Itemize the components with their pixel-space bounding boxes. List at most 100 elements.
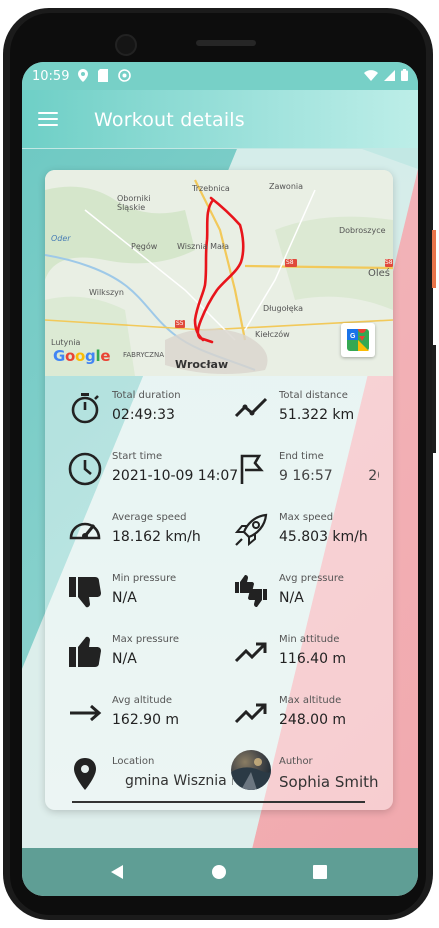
location-icon	[78, 69, 88, 82]
stat-value: N/A	[112, 590, 137, 606]
stat-location: Location gmina Wisznia M	[45, 748, 233, 800]
thumbs-up-down-icon	[235, 575, 267, 607]
stat-label: Min pressure	[112, 573, 177, 584]
trending-up-icon	[234, 642, 267, 663]
front-camera	[115, 34, 137, 56]
rocket-icon	[234, 513, 268, 547]
power-button	[432, 230, 436, 288]
map-label-wroclaw: Wrocław	[175, 358, 229, 371]
speedometer-icon	[69, 522, 101, 540]
route-map[interactable]: Trzebnica Zawonia Oborniki Śląskie Dobro…	[45, 170, 393, 376]
status-bar: 10:59	[22, 62, 418, 90]
signal-icon	[384, 69, 395, 81]
stat-min-altitude: Min attitude 116.40 m	[219, 626, 389, 678]
system-nav-bar	[22, 848, 418, 896]
map-label-oborniki: Oborniki Śląskie	[117, 194, 151, 212]
svg-text:G: G	[350, 333, 356, 340]
stat-value: 51.322 km	[279, 407, 355, 423]
google-maps-icon: G	[347, 329, 369, 351]
stat-value: 9 16:57 20:	[279, 468, 379, 484]
road-badge-s8-1: S8	[286, 259, 294, 266]
divider	[72, 801, 365, 803]
author-value: Sophia Smith	[279, 773, 379, 791]
road-badge-s5: S5	[176, 320, 184, 327]
google-logo: Google	[53, 347, 111, 365]
location-pin-icon	[74, 758, 96, 790]
stat-max-altitude: Max altitude 248.00 m	[219, 687, 389, 739]
hamburger-menu-icon[interactable]	[38, 112, 60, 128]
stat-label: End time	[279, 451, 324, 462]
avatar[interactable]	[231, 750, 271, 790]
home-icon[interactable]	[212, 865, 226, 879]
arrow-right-icon	[70, 704, 102, 722]
stat-label: Min attitude	[279, 634, 340, 645]
recents-icon[interactable]	[313, 865, 327, 879]
map-label-oles: Oleś	[368, 268, 391, 279]
clock-icon	[68, 452, 102, 486]
stat-max-speed: Max speed 45.803 km/h	[219, 504, 389, 556]
location-value: gmina Wisznia M	[125, 773, 233, 789]
map-label-pegow: Pęgów	[131, 242, 158, 251]
map-label-fabryczna: FABRYCZNA	[123, 351, 164, 359]
stopwatch-icon	[71, 393, 99, 424]
stat-value: 45.803 km/h	[279, 529, 368, 545]
map-label-lutynia: Lutynia	[51, 338, 81, 347]
stat-value: N/A	[279, 590, 304, 606]
status-time: 10:59	[32, 69, 70, 84]
stat-label: Total duration	[112, 390, 181, 401]
stat-avg-pressure: Avg pressure N/A	[219, 565, 389, 617]
map-label-wilkszyn: Wilkszyn	[89, 288, 124, 297]
stat-label: Avg pressure	[279, 573, 344, 584]
stat-average-speed: Average speed 18.162 km/h	[45, 504, 215, 556]
map-label-trzebnica: Trzebnica	[192, 184, 230, 193]
stat-label: Start time	[112, 451, 163, 462]
stat-label: Max pressure	[112, 634, 180, 645]
map-label-dobroszyce: Dobroszyce	[339, 226, 386, 235]
stat-label: Avg altitude	[112, 695, 173, 706]
thumbs-down-icon	[69, 577, 101, 608]
stat-total-duration: Total duration 02:49:33	[45, 382, 215, 434]
status-icons-left	[78, 69, 131, 82]
earpiece-speaker	[196, 40, 256, 46]
stat-total-distance: Total distance 51.322 km	[219, 382, 389, 434]
avatar-image	[231, 758, 271, 790]
screen: 10:59 Workout details Trzebnica Zawonia …	[22, 62, 418, 896]
stat-label: Average speed	[112, 512, 187, 523]
page-title: Workout details	[94, 109, 245, 131]
stat-avg-altitude: Avg altitude 162.90 m	[45, 687, 215, 739]
trending-up-icon	[234, 703, 267, 724]
trend-line-icon	[234, 397, 268, 418]
battery-icon	[401, 69, 408, 81]
stat-value: 02:49:33	[112, 407, 175, 423]
map-label-dlugoleka: Długołęka	[263, 304, 304, 313]
stat-label: Max speed	[279, 512, 334, 523]
stat-start-time: Start time 2021-10-09 14:07	[45, 443, 238, 495]
map-label-wisznia-mala: Wisznia Mała	[177, 242, 230, 251]
app-bar: Workout details	[22, 90, 418, 148]
thumbs-up-icon	[69, 636, 101, 667]
stat-value: N/A	[112, 651, 137, 667]
stat-value: 162.90 m	[112, 712, 180, 728]
map-label-kielczow: Kiełczów	[255, 330, 290, 339]
stat-value: 116.40 m	[279, 651, 347, 667]
map-label-oder-1: Oder	[51, 234, 71, 243]
volume-button	[432, 345, 436, 453]
flag-icon	[240, 454, 264, 484]
stat-max-pressure: Max pressure N/A	[45, 626, 215, 678]
stat-label: Max altitude	[279, 695, 342, 706]
sync-icon	[118, 69, 131, 82]
stat-label: Location	[112, 756, 155, 767]
open-in-google-maps-button[interactable]: G	[341, 323, 375, 357]
stat-value: 248.00 m	[279, 712, 347, 728]
road-badge-s8-2: S8	[385, 259, 393, 266]
status-icons-right	[364, 69, 408, 81]
back-icon[interactable]	[110, 865, 124, 879]
stat-min-pressure: Min pressure N/A	[45, 565, 215, 617]
map-label-zawonia: Zawonia	[269, 182, 304, 191]
stat-label: Author	[279, 756, 313, 767]
stat-author: Author Sophia Smith	[219, 748, 389, 800]
sim-card-icon	[98, 69, 108, 82]
wifi-icon	[364, 69, 378, 81]
stat-end-time: End time 9 16:57 20:	[219, 443, 389, 495]
stat-value: 18.162 km/h	[112, 529, 201, 545]
